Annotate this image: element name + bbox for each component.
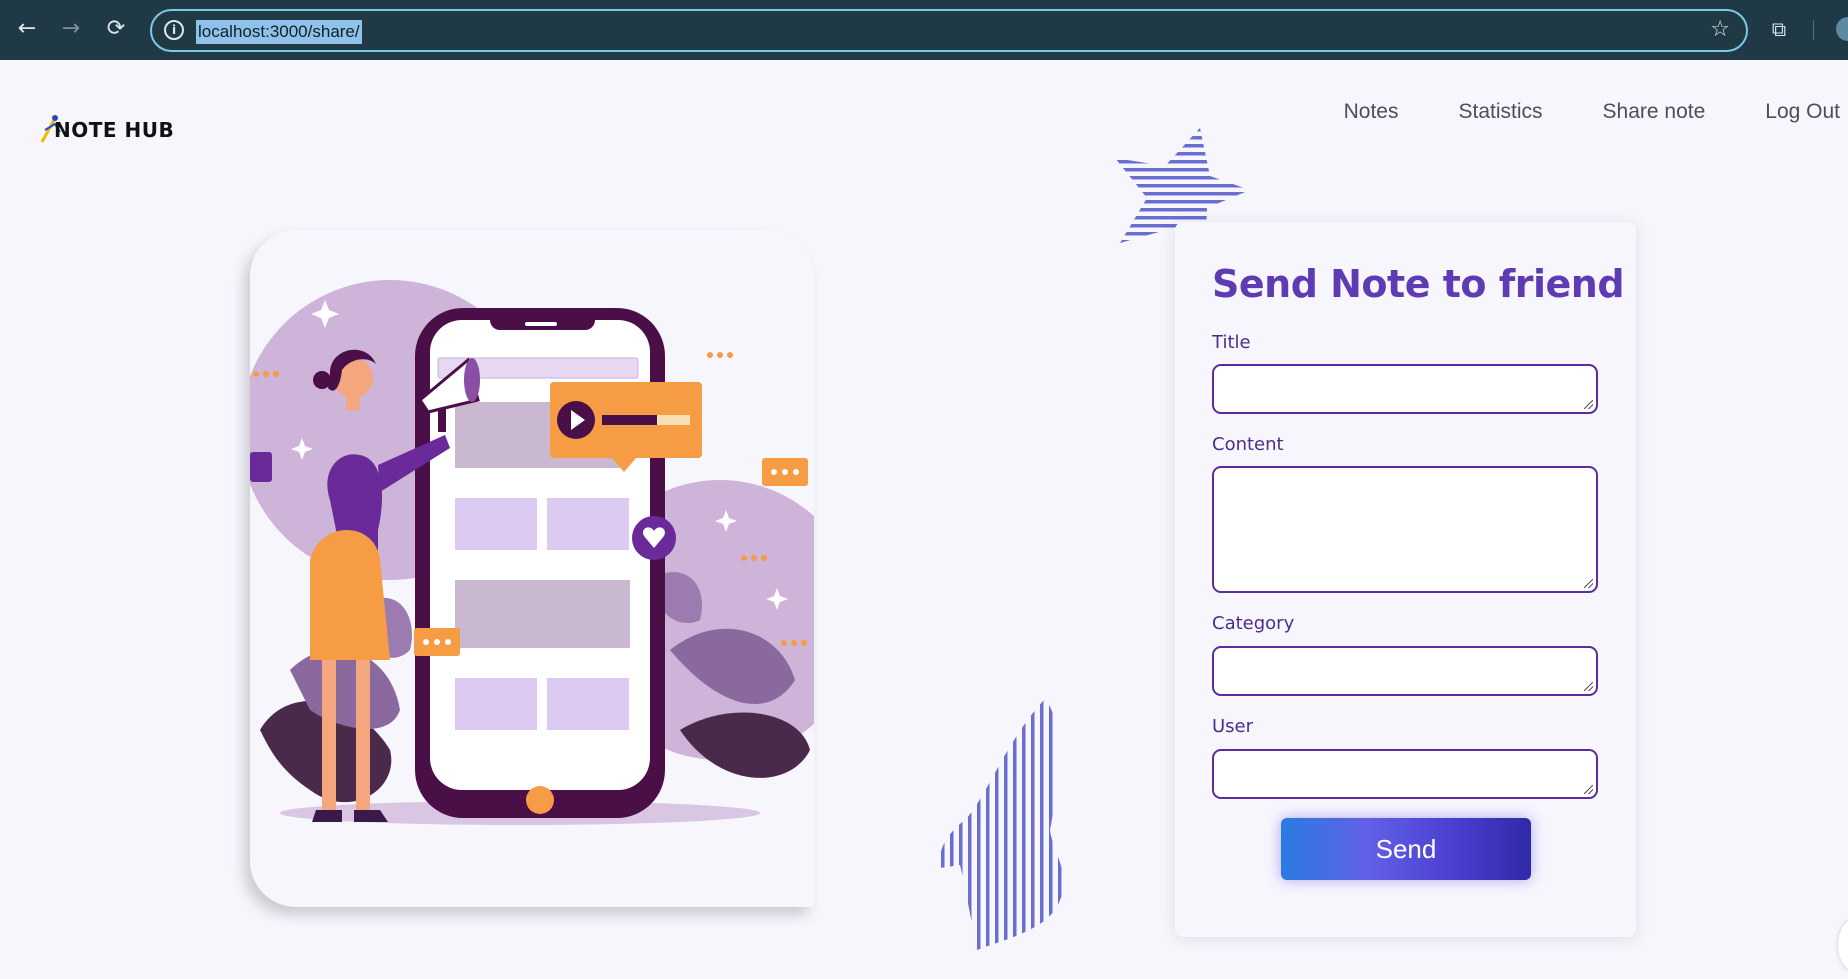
bookmark-star-icon[interactable]: ☆ xyxy=(1710,17,1730,42)
title-label: Title xyxy=(1212,332,1251,353)
striped-blob-decoration xyxy=(939,700,1064,950)
title-input[interactable] xyxy=(1212,364,1598,414)
marketing-illustration xyxy=(250,280,814,825)
back-icon[interactable]: ← xyxy=(12,14,42,44)
toolbar-divider xyxy=(1813,20,1814,40)
reload-icon[interactable]: ⟳ xyxy=(101,14,131,44)
nav-share-note[interactable]: Share note xyxy=(1603,100,1706,124)
user-input[interactable] xyxy=(1212,749,1598,799)
category-label: Category xyxy=(1212,613,1295,634)
category-input[interactable] xyxy=(1212,646,1598,696)
share-note-form: Send Note to friend Title Content Catego… xyxy=(1175,222,1636,937)
nav-log-out[interactable]: Log Out xyxy=(1765,100,1840,124)
form-title: Send Note to friend xyxy=(1212,262,1625,306)
content-label: Content xyxy=(1212,434,1284,455)
floating-scroll-button[interactable] xyxy=(1838,920,1848,970)
illustration-card xyxy=(250,230,814,907)
address-bar[interactable]: i localhost:3000/share/ ☆ xyxy=(150,9,1748,52)
nav-notes[interactable]: Notes xyxy=(1344,100,1399,124)
forward-icon[interactable]: → xyxy=(56,14,86,44)
top-navigation: Notes Statistics Share note Log Out xyxy=(1284,100,1840,124)
address-url[interactable]: localhost:3000/share/ xyxy=(196,20,362,44)
logo-text: NOTE HUB xyxy=(54,118,175,142)
site-info-icon[interactable]: i xyxy=(164,20,184,40)
send-button[interactable]: Send xyxy=(1281,818,1531,880)
user-label: User xyxy=(1212,716,1254,737)
nav-statistics[interactable]: Statistics xyxy=(1458,100,1542,124)
extensions-icon[interactable]: ⧉ xyxy=(1766,16,1792,42)
content-textarea[interactable] xyxy=(1212,466,1598,593)
profile-avatar[interactable] xyxy=(1836,17,1848,41)
browser-toolbar: ← → ⟳ i localhost:3000/share/ ☆ ⧉ xyxy=(0,0,1848,60)
